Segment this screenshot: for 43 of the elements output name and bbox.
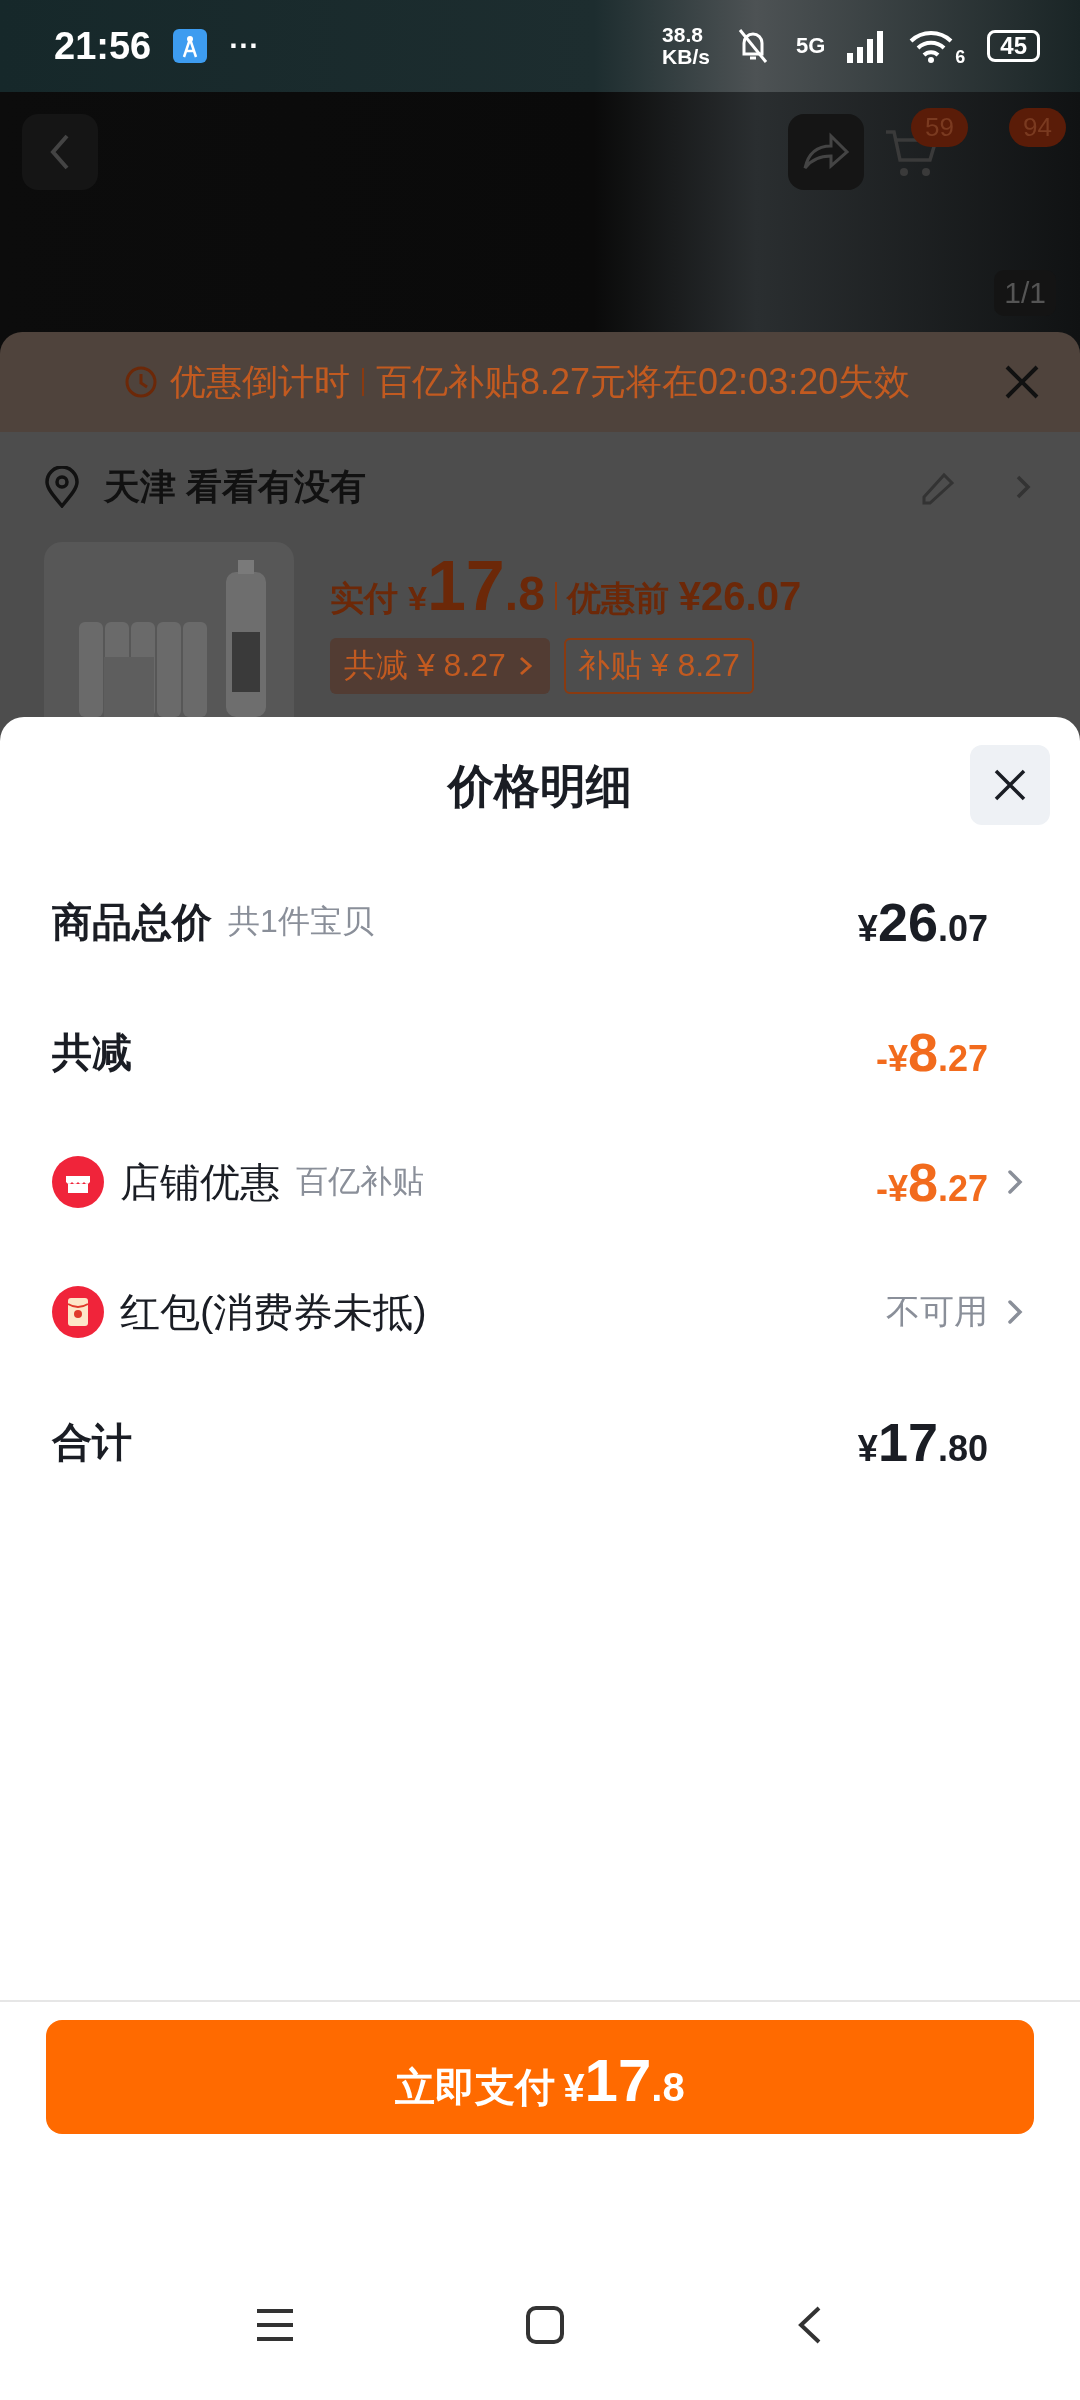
store-icon: [52, 1156, 104, 1208]
home-icon[interactable]: [525, 2305, 565, 2345]
address-text: 天津 看看有没有: [104, 464, 366, 509]
menu-icon[interactable]: [255, 2307, 295, 2343]
row-note: 共1件宝贝: [228, 902, 374, 941]
row-label: 合计: [52, 1418, 132, 1466]
battery-indicator: 45: [987, 30, 1040, 62]
row-label: 商品总价: [52, 898, 212, 946]
pay-now-button[interactable]: 立即支付 ¥17.8: [46, 2020, 1034, 2134]
row-label: 店铺优惠: [120, 1158, 280, 1206]
share-button[interactable]: [788, 114, 864, 190]
row-amount: -¥8.27: [875, 1021, 988, 1083]
network-speed: 38.8 KB/s: [662, 24, 710, 68]
row-value: 不可用: [886, 1291, 988, 1332]
discount-tag[interactable]: 共减 ¥ 8.27: [330, 638, 550, 694]
countdown-message: 百亿补贴8.27元将在02:03:20失效: [376, 359, 911, 404]
countdown-label: 优惠倒计时: [170, 359, 350, 404]
status-time: 21:56: [54, 24, 152, 68]
wifi-band-label: 6: [955, 47, 966, 68]
more-notifications: ···: [229, 29, 260, 63]
wifi-icon: [909, 29, 954, 63]
close-icon[interactable]: [1004, 364, 1040, 400]
paid-price: ¥17.8: [408, 546, 545, 626]
original-price: ¥26.07: [678, 574, 802, 619]
clock-icon: [124, 365, 158, 399]
sheet-title: 价格明细: [448, 759, 632, 814]
original-price-label: 优惠前: [566, 578, 669, 619]
discount-tag: 补贴 ¥ 8.27: [563, 638, 754, 694]
row-amount: -¥8.27: [875, 1151, 988, 1213]
close-button[interactable]: [970, 745, 1050, 825]
row-label: 红包(消费券未抵): [120, 1288, 427, 1336]
signal-tower-icon: [173, 29, 208, 63]
paid-label: 实付: [330, 578, 398, 619]
row-amount: ¥26.07: [857, 891, 988, 953]
envelope-icon: [52, 1286, 104, 1338]
row-amount: ¥17.80: [857, 1411, 988, 1473]
row-note: 百亿补贴: [296, 1162, 424, 1201]
network-type: 5G: [795, 33, 826, 59]
close-icon: [993, 768, 1027, 802]
location-pin-icon: [44, 466, 80, 508]
back-button[interactable]: [22, 114, 98, 190]
share-icon: [801, 132, 851, 172]
row-label: 共减: [52, 1028, 132, 1076]
